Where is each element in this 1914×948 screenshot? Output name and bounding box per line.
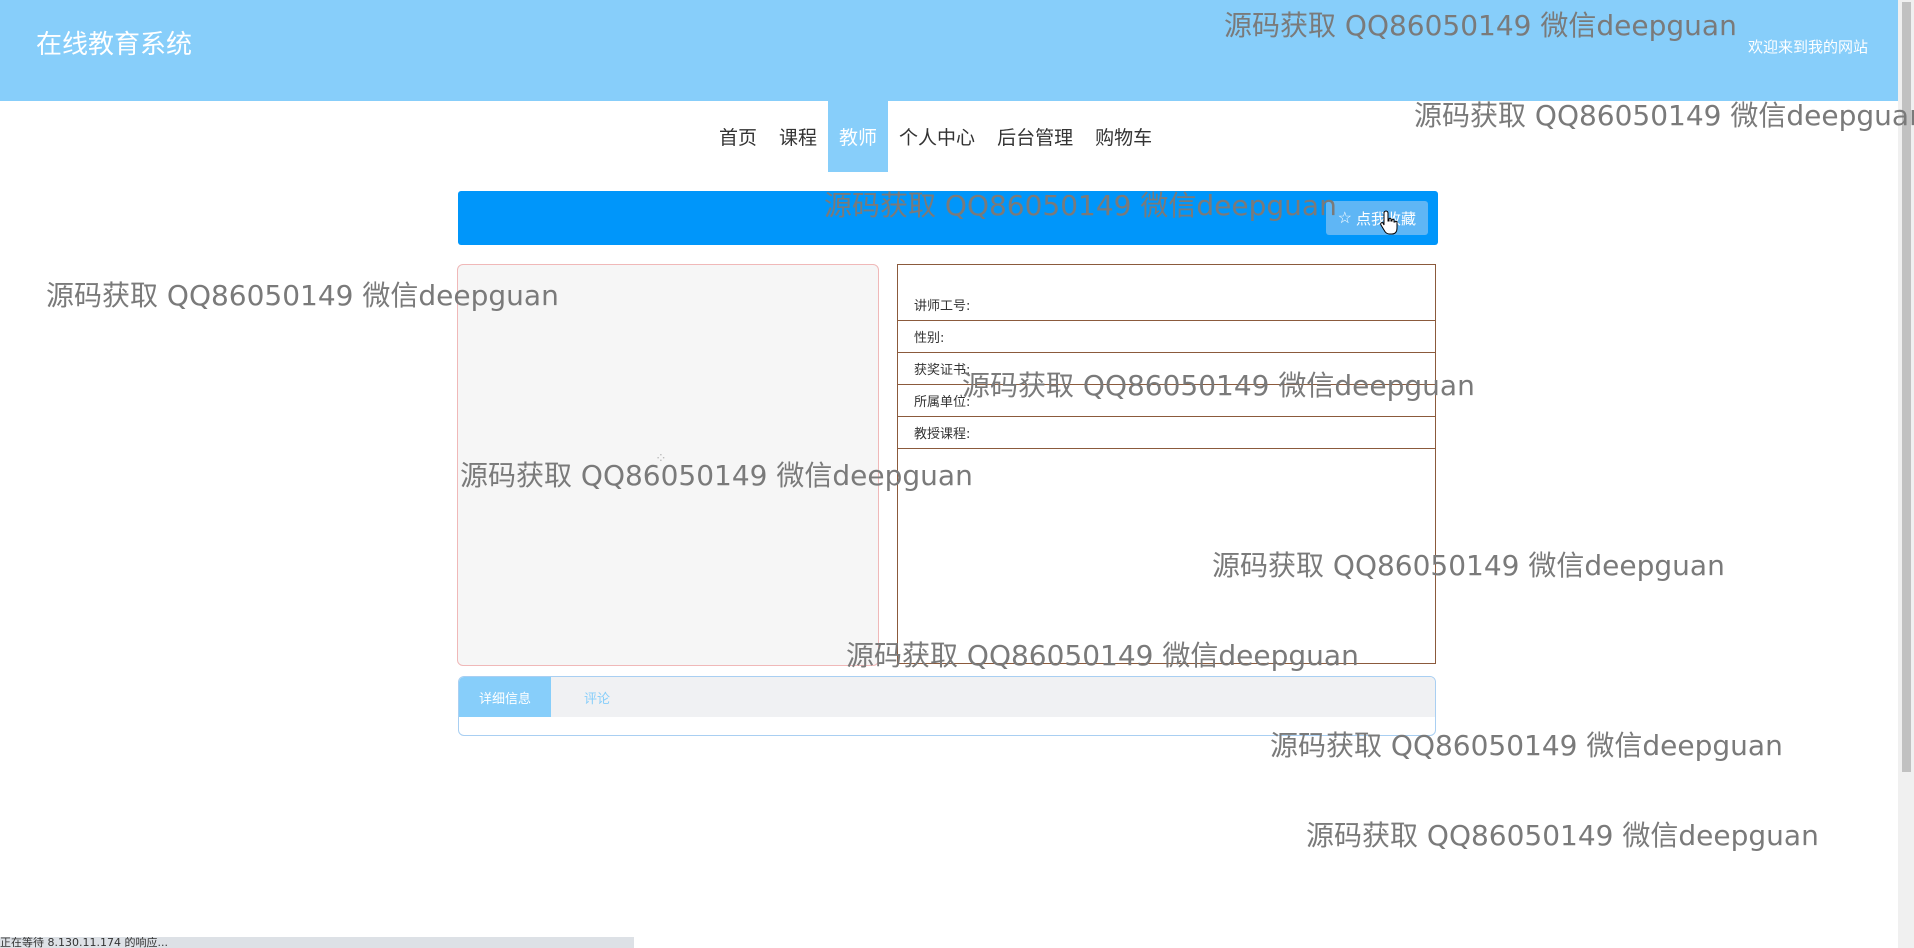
- detail-tabs: 详细信息 评论: [458, 676, 1436, 736]
- info-label: 性别:: [914, 331, 945, 346]
- vertical-scrollbar[interactable]: [1898, 0, 1914, 948]
- info-label: 获奖证书:: [914, 363, 971, 378]
- favorite-bar: ☆ 点我收藏: [458, 191, 1438, 245]
- browser-status-bar: 正在等待 8.130.11.174 的响应...: [0, 937, 634, 948]
- site-header: 在线教育系统 欢迎来到我的网站: [0, 0, 1898, 101]
- teacher-info-panel: 讲师工号: 性别: 获奖证书: 所属单位: 教授课程:: [897, 264, 1436, 664]
- page: 在线教育系统 欢迎来到我的网站 首页 课程 教师 个人中心 后台管理 购物车 ☆…: [0, 0, 1914, 948]
- info-row-affiliation: 所属单位:: [898, 385, 1435, 417]
- tab-details[interactable]: 详细信息: [459, 677, 551, 717]
- info-row-certificates: 获奖证书:: [898, 353, 1435, 385]
- info-row-teacher-id: 讲师工号:: [898, 289, 1435, 321]
- loading-spinner-icon: ⁘: [655, 451, 667, 467]
- teacher-image: ⁘: [457, 264, 879, 666]
- info-label: 教授课程:: [914, 427, 971, 442]
- nav-item-cart[interactable]: 购物车: [1084, 101, 1163, 172]
- nav-item-admin[interactable]: 后台管理: [986, 101, 1084, 172]
- info-row-gender: 性别:: [898, 321, 1435, 353]
- tab-comments[interactable]: 评论: [551, 677, 643, 717]
- info-row-courses-taught: 教授课程:: [898, 417, 1435, 449]
- nav-item-courses[interactable]: 课程: [768, 101, 828, 172]
- watermark: 源码获取 QQ86050149 微信deepguan: [1306, 819, 1819, 852]
- info-label: 所属单位:: [914, 395, 971, 410]
- nav-item-teachers[interactable]: 教师: [828, 101, 889, 172]
- hand-cursor-icon: [1380, 210, 1398, 235]
- star-icon: ☆: [1337, 210, 1352, 227]
- main-nav: 首页 课程 教师 个人中心 后台管理 购物车: [0, 101, 1898, 172]
- scrollbar-thumb[interactable]: [1902, 2, 1911, 772]
- site-title[interactable]: 在线教育系统: [36, 28, 192, 62]
- tabs-header: 详细信息 评论: [459, 677, 1435, 717]
- welcome-text: 欢迎来到我的网站: [1747, 38, 1868, 56]
- nav-item-home[interactable]: 首页: [708, 101, 768, 172]
- nav-item-personal-center[interactable]: 个人中心: [888, 101, 986, 172]
- favorite-button[interactable]: ☆ 点我收藏: [1325, 201, 1428, 235]
- info-label: 讲师工号:: [914, 299, 971, 314]
